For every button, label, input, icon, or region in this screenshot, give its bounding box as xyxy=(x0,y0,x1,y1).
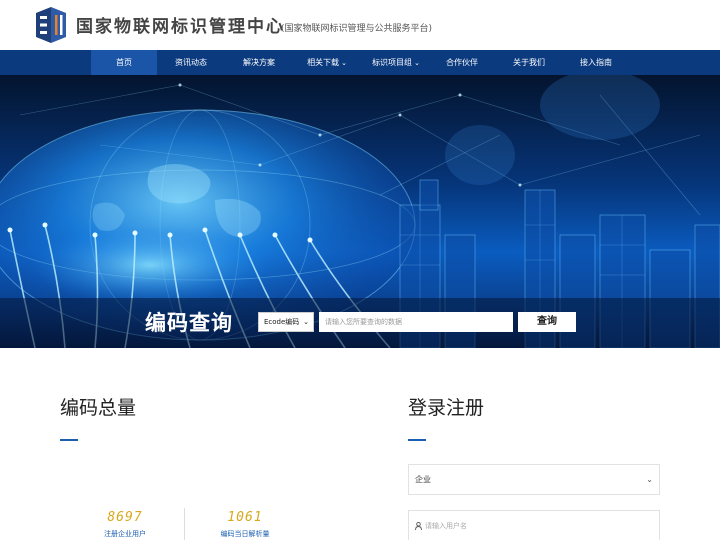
stats-title-accent xyxy=(60,439,78,441)
stat-divider xyxy=(184,508,185,540)
nav-item-downloads[interactable]: 相关下载 ⌄ xyxy=(297,50,357,75)
site-header: 国家物联网标识管理中心 (国家物联网标识管理与公共服务平台) xyxy=(0,0,720,50)
user-type-select[interactable]: 企业 ⌄ xyxy=(408,464,660,495)
main-nav: 首页 资讯动态 解决方案 相关下载 ⌄ 标识项目组 ⌄ 合作伙伴 关于我们 接入指南 xyxy=(0,50,720,75)
user-type-value: 企业 xyxy=(415,475,431,484)
username-input[interactable]: 请输入用户名 xyxy=(408,510,660,540)
chevron-down-icon: ⌄ xyxy=(341,59,347,67)
nav-item-news[interactable]: 资讯动态 xyxy=(161,50,221,75)
search-button[interactable]: 查询 xyxy=(518,312,576,332)
nav-item-access-guide[interactable]: 接入指南 xyxy=(566,50,626,75)
code-type-value: Ecode编码 xyxy=(264,318,300,326)
nav-item-solutions[interactable]: 解决方案 xyxy=(229,50,289,75)
user-icon xyxy=(415,522,422,530)
nav-item-about[interactable]: 关于我们 xyxy=(499,50,559,75)
chevron-down-icon: ⌄ xyxy=(414,59,420,67)
hero-banner: 编码查询 Ecode编码 ⌄ 请输入您所要查询的数据 查询 xyxy=(0,75,720,348)
username-placeholder: 请输入用户名 xyxy=(425,522,467,530)
site-title: 国家物联网标识管理中心 xyxy=(76,17,285,37)
stat-label: 编码当日解析量 xyxy=(220,530,270,538)
search-title: 编码查询 xyxy=(145,311,233,335)
code-type-select[interactable]: Ecode编码 ⌄ xyxy=(258,312,314,332)
site-subtitle: (国家物联网标识管理与公共服务平台) xyxy=(281,24,433,34)
chevron-down-icon: ⌄ xyxy=(303,318,309,326)
nav-item-partners[interactable]: 合作伙伴 xyxy=(432,50,492,75)
code-search-bar: 编码查询 Ecode编码 ⌄ 请输入您所要查询的数据 查询 xyxy=(0,298,720,348)
stat-label: 注册企业用户 xyxy=(104,530,146,538)
login-title-accent xyxy=(408,439,426,441)
login-title: 登录注册 xyxy=(408,397,485,419)
nav-item-project-group[interactable]: 标识项目组 ⌄ xyxy=(363,50,429,75)
ei-logo-icon[interactable] xyxy=(36,7,66,43)
stat-daily-resolutions: 1061 编码当日解析量 xyxy=(200,510,290,539)
nav-item-home[interactable]: 首页 xyxy=(91,50,157,75)
search-input[interactable]: 请输入您所要查询的数据 xyxy=(319,312,513,332)
chevron-down-icon: ⌄ xyxy=(646,475,653,484)
stat-registered-users: 8697 注册企业用户 xyxy=(80,510,170,539)
stat-value: 1061 xyxy=(227,510,263,525)
search-placeholder: 请输入您所要查询的数据 xyxy=(325,318,402,326)
stat-value: 8697 xyxy=(107,510,143,525)
stats-title: 编码总量 xyxy=(60,397,137,419)
